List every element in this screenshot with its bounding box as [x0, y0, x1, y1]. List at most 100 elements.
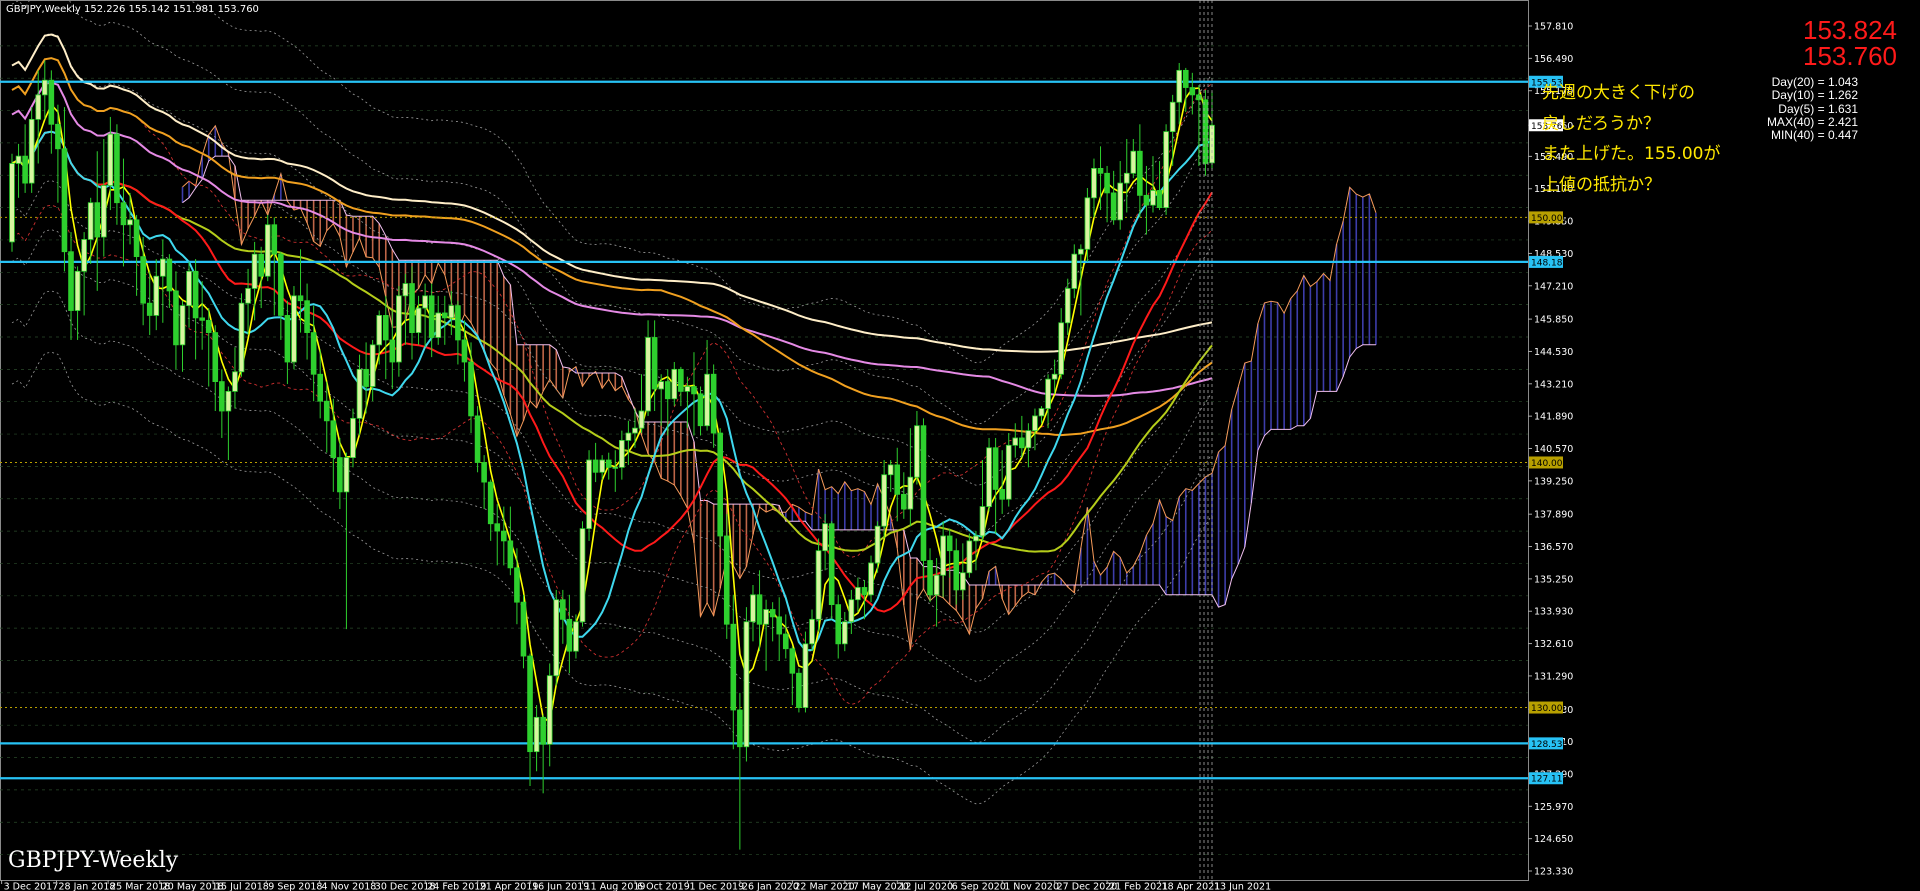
candle-body — [199, 317, 205, 321]
candle-body — [468, 361, 474, 417]
candle-body — [612, 466, 619, 469]
candle-body — [809, 618, 815, 645]
candle-body — [61, 148, 68, 253]
candle-body — [822, 523, 828, 552]
candle-body — [28, 118, 35, 184]
candle-body — [350, 417, 356, 458]
candle-body — [232, 371, 238, 392]
candle-body — [435, 312, 442, 338]
candle-body — [1137, 150, 1143, 196]
candle-body — [402, 283, 409, 297]
candle-body — [848, 599, 855, 623]
x-tick-label: 26 Jan 2020 — [742, 882, 799, 891]
candle-body — [514, 567, 520, 603]
candle-body — [1051, 373, 1058, 380]
candle-body — [245, 288, 251, 304]
ma-olive — [11, 130, 1213, 553]
last-price: 153.760 — [1803, 41, 1897, 71]
candle-body — [396, 295, 402, 363]
candle-body — [1110, 192, 1117, 221]
y-tick-label: 156.490 — [1534, 54, 1573, 65]
ma-orange — [11, 57, 1213, 437]
candle-body — [841, 621, 848, 645]
candle-body — [835, 604, 842, 645]
candle-body — [146, 302, 153, 316]
candle-body — [15, 155, 22, 164]
candle-body — [737, 709, 743, 748]
candle-body — [1091, 167, 1097, 199]
y-tick-label: 157.810 — [1534, 22, 1573, 33]
candle-body — [940, 535, 946, 576]
candle-body — [22, 155, 28, 184]
candle-body — [684, 386, 691, 392]
candle-body — [1019, 437, 1025, 449]
candle-body — [133, 219, 140, 258]
line-price-tag-label: 127.115 — [1531, 775, 1568, 785]
y-tick-label: 125.970 — [1534, 802, 1573, 813]
bollinger-band — [11, 204, 1213, 705]
x-tick-label: 22 Mar 2020 — [794, 882, 854, 891]
candle-body — [422, 295, 428, 309]
candle-body — [710, 373, 717, 434]
candle-body — [796, 672, 802, 708]
candle-body — [632, 427, 638, 434]
ohlc-label: 152.226 155.142 151.981 153.760 — [83, 4, 259, 15]
candle-body — [566, 618, 573, 652]
candle-body — [999, 489, 1005, 500]
y-tick-label: 147.210 — [1534, 281, 1573, 292]
candle-body — [861, 587, 868, 596]
candle-body — [973, 535, 979, 542]
note-line: 戻しだろうか？ — [1542, 113, 1660, 134]
candle-body — [638, 410, 645, 429]
x-tick-label: 21 Apr 2019 — [480, 882, 539, 891]
candle-body — [127, 219, 133, 226]
chart-header: GBPJPY,Weekly 152.226 155.142 151.981 15… — [6, 4, 259, 15]
candle-body — [101, 185, 107, 238]
candle-body — [48, 79, 55, 125]
candle-body — [901, 493, 907, 510]
candle-body — [297, 295, 304, 302]
candle-body — [1078, 248, 1084, 255]
candle-body — [1156, 190, 1163, 209]
candle-body — [389, 339, 396, 363]
candle-body — [933, 574, 940, 596]
candle-body — [592, 459, 599, 473]
y-tick-label: 137.890 — [1534, 510, 1573, 521]
envelope-band — [11, 33, 1213, 486]
candle-body — [382, 315, 389, 341]
horizontal-lines[interactable] — [0, 80, 1528, 780]
note-line: また上げた。155.00が — [1542, 144, 1721, 164]
candle-body — [55, 123, 61, 150]
candle-body — [1143, 194, 1150, 206]
candle-body — [1005, 444, 1012, 500]
candle-body — [927, 560, 933, 596]
moving-averages — [11, 33, 1213, 724]
candle-body — [960, 572, 966, 591]
candle-body — [107, 133, 114, 186]
candle-body — [369, 344, 376, 387]
candle-body — [691, 386, 697, 395]
candle-body — [717, 432, 723, 537]
candle-body — [1150, 190, 1156, 206]
plot-frame — [0, 0, 1529, 881]
candles — [9, 60, 1215, 850]
candle-body — [1012, 437, 1019, 446]
candle-body — [946, 535, 953, 552]
candle-body — [114, 133, 120, 204]
candle-body — [507, 540, 514, 569]
candle-body — [881, 474, 887, 527]
candle-body — [560, 599, 566, 620]
candle-body — [343, 457, 350, 493]
line-price-tag-label: 128.538 — [1531, 740, 1568, 750]
symbol-label: GBPJPY,Weekly — [6, 4, 81, 15]
y-tick-label: 139.250 — [1534, 476, 1573, 487]
candle-body — [238, 302, 245, 373]
stat-line: Day(5) = 1.631 — [1778, 101, 1858, 116]
candle-body — [914, 425, 920, 478]
candle-body — [651, 337, 658, 390]
candle-body — [376, 315, 383, 346]
y-tick-label: 132.610 — [1534, 639, 1573, 650]
candle-body — [1169, 101, 1176, 133]
candle-body — [586, 459, 592, 530]
y-tick-label: 143.210 — [1534, 379, 1573, 390]
